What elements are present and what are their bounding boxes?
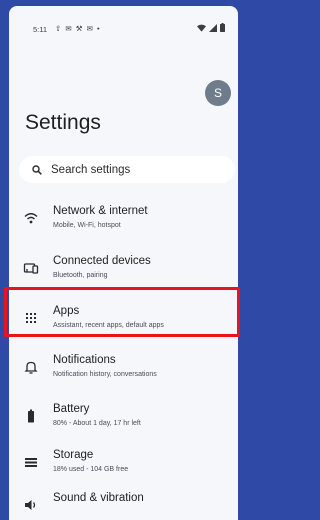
avatar[interactable]: S [205, 80, 231, 106]
settings-item-label: Sound & vibration [53, 492, 144, 504]
settings-item-label: Storage [53, 449, 94, 461]
signal-icon [209, 23, 217, 32]
search-bar[interactable]: Search settings [19, 156, 235, 183]
bell-icon [24, 361, 38, 374]
wrench-icon: ⚒ [75, 24, 84, 33]
settings-item-summary: 80% - About 1 day, 17 hr left [53, 420, 141, 427]
wifi-icon [24, 213, 38, 224]
battery-icon [28, 409, 34, 423]
phone-screen: 5:11 ⇧ ✉ ⚒ ✉ • S Settings Search setting… [9, 6, 238, 520]
settings-item-sound[interactable]: Sound & vibration [9, 485, 238, 520]
dot-icon: • [97, 24, 101, 33]
speaker-icon [25, 500, 36, 510]
settings-item-summary: Bluetooth, pairing [53, 272, 108, 279]
settings-item-summary: Mobile, Wi-Fi, hotspot [53, 222, 121, 229]
upload-icon: ⇧ [55, 24, 63, 33]
settings-item-label: Network & internet [53, 205, 148, 217]
settings-item-label: Connected devices [53, 255, 151, 267]
storage-icon [25, 458, 37, 467]
highlight-box [4, 287, 240, 337]
gmail-icon: ✉ [86, 24, 94, 33]
battery-icon [220, 23, 225, 32]
notification-icons: ⇧ ✉ ⚒ ✉ • [55, 24, 101, 33]
settings-item-connected-devices[interactable]: Connected devices Bluetooth, pairing [9, 248, 238, 288]
page-title: Settings [25, 111, 101, 134]
search-icon [32, 164, 42, 175]
settings-item-storage[interactable]: Storage 18% used - 104 GB free [9, 442, 238, 482]
settings-item-label: Battery [53, 403, 90, 415]
devices-icon [23, 263, 39, 274]
status-bar: 5:11 ⇧ ✉ ⚒ ✉ • [9, 6, 238, 42]
settings-item-label: Notifications [53, 354, 116, 366]
system-icons [197, 23, 225, 32]
settings-item-summary: 18% used - 104 GB free [53, 466, 129, 473]
settings-item-battery[interactable]: Battery 80% - About 1 day, 17 hr left [9, 396, 238, 436]
wifi-icon [197, 24, 206, 32]
settings-item-notifications[interactable]: Notifications Notification history, conv… [9, 347, 238, 387]
status-time: 5:11 [33, 25, 48, 34]
settings-item-network[interactable]: Network & internet Mobile, Wi-Fi, hotspo… [9, 198, 238, 238]
settings-item-summary: Notification history, conversations [53, 371, 157, 378]
search-placeholder: Search settings [51, 163, 131, 176]
gmail-icon: ✉ [65, 24, 73, 33]
